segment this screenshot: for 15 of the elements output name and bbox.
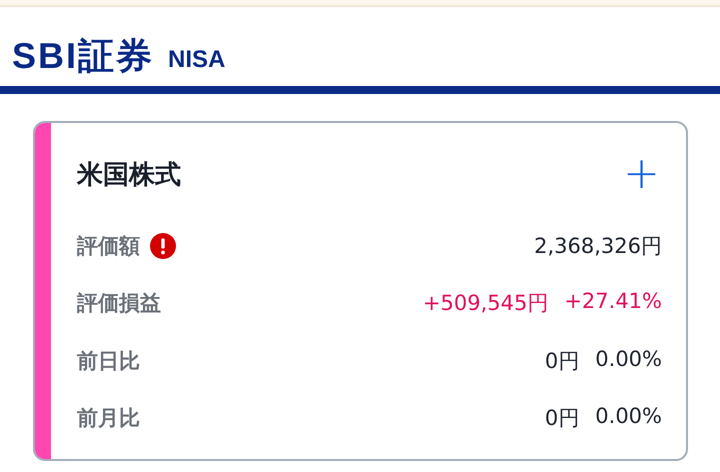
- row-label: 前日比: [77, 348, 140, 375]
- row-label: 前月比: [77, 405, 140, 432]
- row-value: 0円: [544, 348, 580, 375]
- row-value: 0円: [544, 405, 580, 432]
- logo: SBI証券: [12, 38, 154, 74]
- row-value: 0.00%: [595, 404, 662, 430]
- row-label: 評価額: [77, 232, 140, 260]
- row-value: 0.00%: [595, 346, 662, 373]
- row-value: +509,545円: [422, 290, 548, 318]
- add-button[interactable]: +: [621, 152, 662, 196]
- card-title: 米国株式: [77, 158, 181, 192]
- row-value: 2,368,326円: [534, 232, 662, 260]
- row-value: +27.41%: [564, 289, 662, 316]
- nisa-label: NISA: [168, 48, 226, 72]
- row-label: 評価損益: [77, 290, 161, 318]
